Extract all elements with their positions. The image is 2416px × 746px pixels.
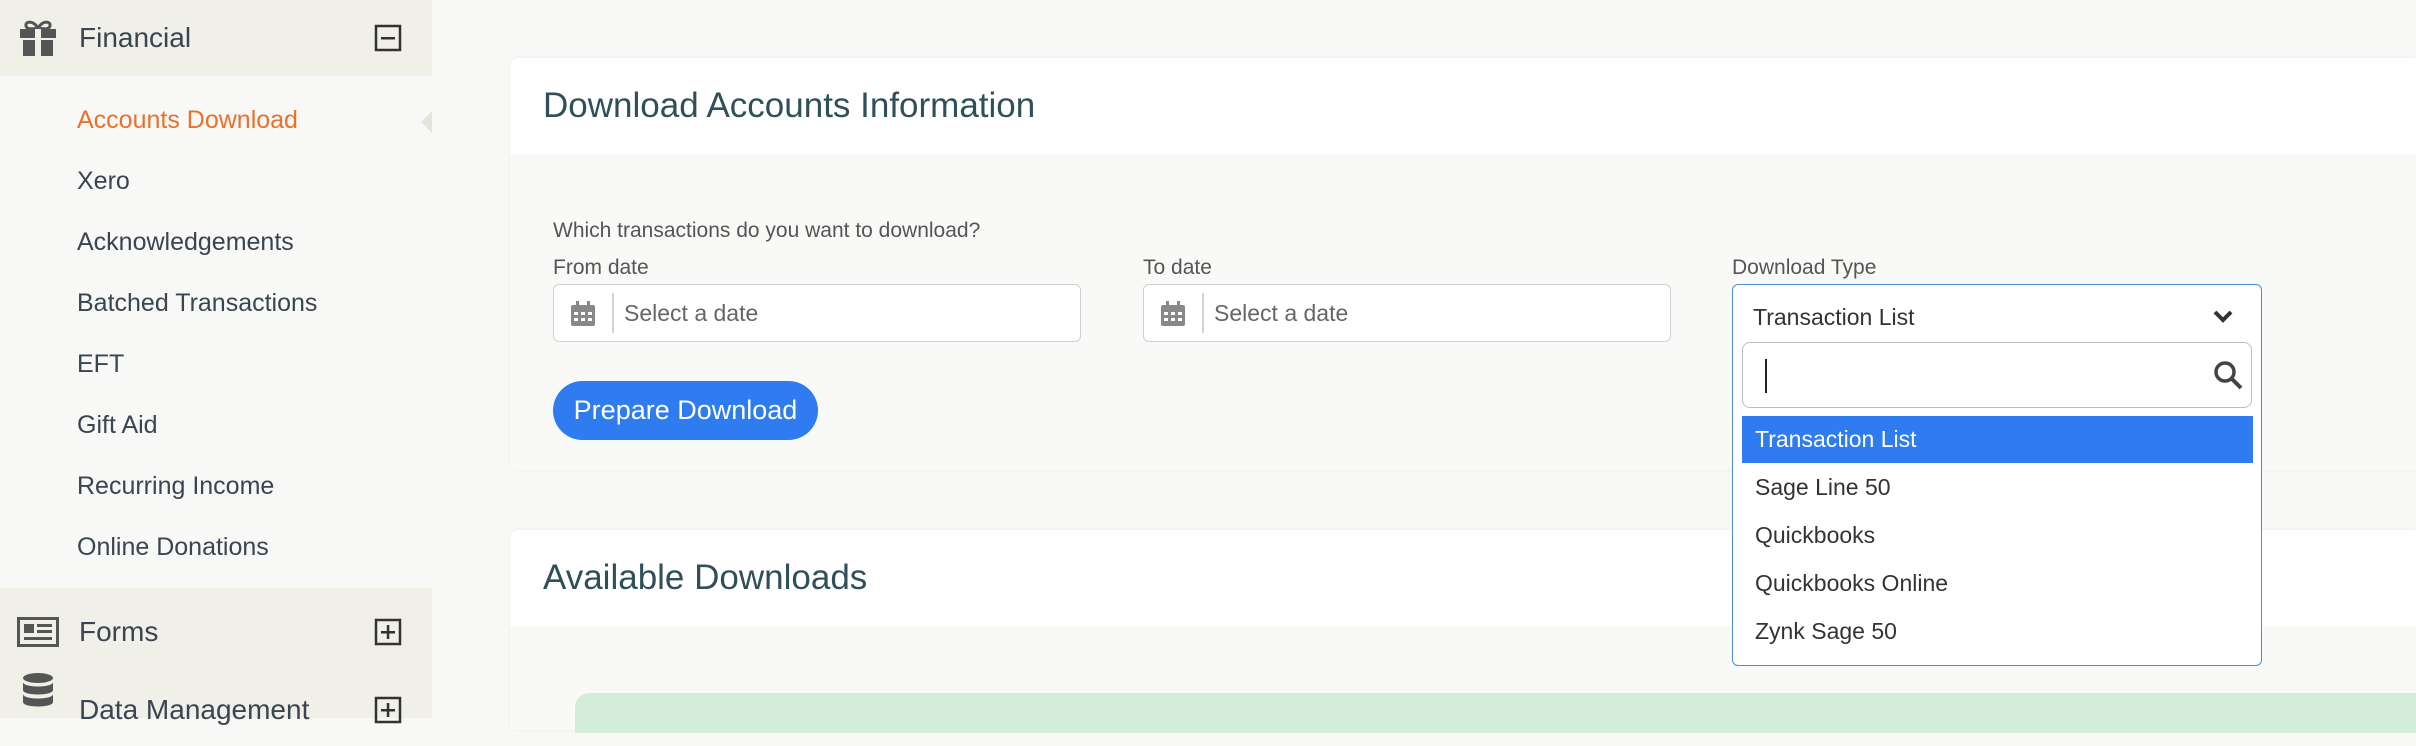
from-date-input[interactable]: Select a date [553, 284, 1081, 342]
to-date-input[interactable]: Select a date [1143, 284, 1671, 342]
prepare-download-button[interactable]: Prepare Download [553, 381, 818, 440]
to-date-label: To date [1143, 256, 1212, 279]
download-type-search-input[interactable] [1742, 342, 2252, 408]
chevron-down-icon[interactable] [2213, 309, 2233, 325]
sidebar-item-acknowledgements[interactable]: Acknowledgements [77, 228, 294, 257]
search-icon [2213, 360, 2243, 390]
download-type-select[interactable]: Transaction List Transaction List Sage L… [1732, 284, 2262, 666]
calendar-icon [570, 301, 596, 327]
collapse-icon[interactable] [374, 24, 402, 52]
sidebar-item-online-donations[interactable]: Online Donations [77, 533, 269, 562]
sidebar-item-batched-transactions[interactable]: Batched Transactions [77, 289, 317, 318]
sidebar-section-financial[interactable]: Financial [0, 0, 432, 76]
sidebar-item-gift-aid[interactable]: Gift Aid [77, 411, 158, 440]
sidebar-item-xero[interactable]: Xero [77, 167, 130, 196]
sidebar-section-label: Data Management [79, 694, 310, 725]
to-date-placeholder: Select a date [1214, 300, 1349, 326]
transactions-question: Which transactions do you want to downlo… [553, 219, 981, 242]
sidebar-section-label: Forms [79, 616, 159, 647]
newspaper-icon [16, 610, 60, 654]
panel-title: Download Accounts Information [543, 86, 1036, 125]
sidebar-item-accounts-download[interactable]: Accounts Download [77, 106, 298, 135]
from-date-placeholder: Select a date [624, 300, 759, 326]
option-zynk-sage-50[interactable]: Zynk Sage 50 [1742, 608, 2253, 655]
text-caret [1765, 359, 1767, 393]
sidebar-section-label: Financial [79, 22, 192, 53]
expand-icon[interactable] [374, 618, 402, 646]
gift-icon [16, 16, 60, 60]
option-quickbooks[interactable]: Quickbooks [1742, 512, 2253, 559]
download-type-label: Download Type [1732, 256, 1877, 279]
calendar-icon [1160, 301, 1186, 327]
sidebar-section-forms[interactable]: Forms [0, 594, 432, 670]
input-divider [612, 293, 614, 333]
financial-submenu: Accounts Download Xero Acknowledgements … [0, 76, 432, 588]
option-transaction-list[interactable]: Transaction List [1742, 416, 2253, 463]
sidebar-item-eft[interactable]: EFT [77, 350, 124, 379]
from-date-label: From date [553, 256, 649, 279]
option-quickbooks-online[interactable]: Quickbooks Online [1742, 560, 2253, 607]
active-indicator [421, 111, 432, 133]
database-icon [16, 670, 60, 714]
sidebar-item-recurring-income[interactable]: Recurring Income [77, 472, 274, 501]
option-sage-line-50[interactable]: Sage Line 50 [1742, 464, 2253, 511]
panel-title: Available Downloads [543, 558, 868, 597]
download-type-value: Transaction List [1753, 304, 1915, 330]
sidebar-section-data-management[interactable]: Data Management [0, 670, 432, 746]
input-divider [1202, 293, 1204, 333]
success-alert [575, 693, 2416, 733]
expand-icon[interactable] [374, 696, 402, 724]
sidebar: Financial Accounts Download Xero Acknowl… [0, 0, 432, 725]
